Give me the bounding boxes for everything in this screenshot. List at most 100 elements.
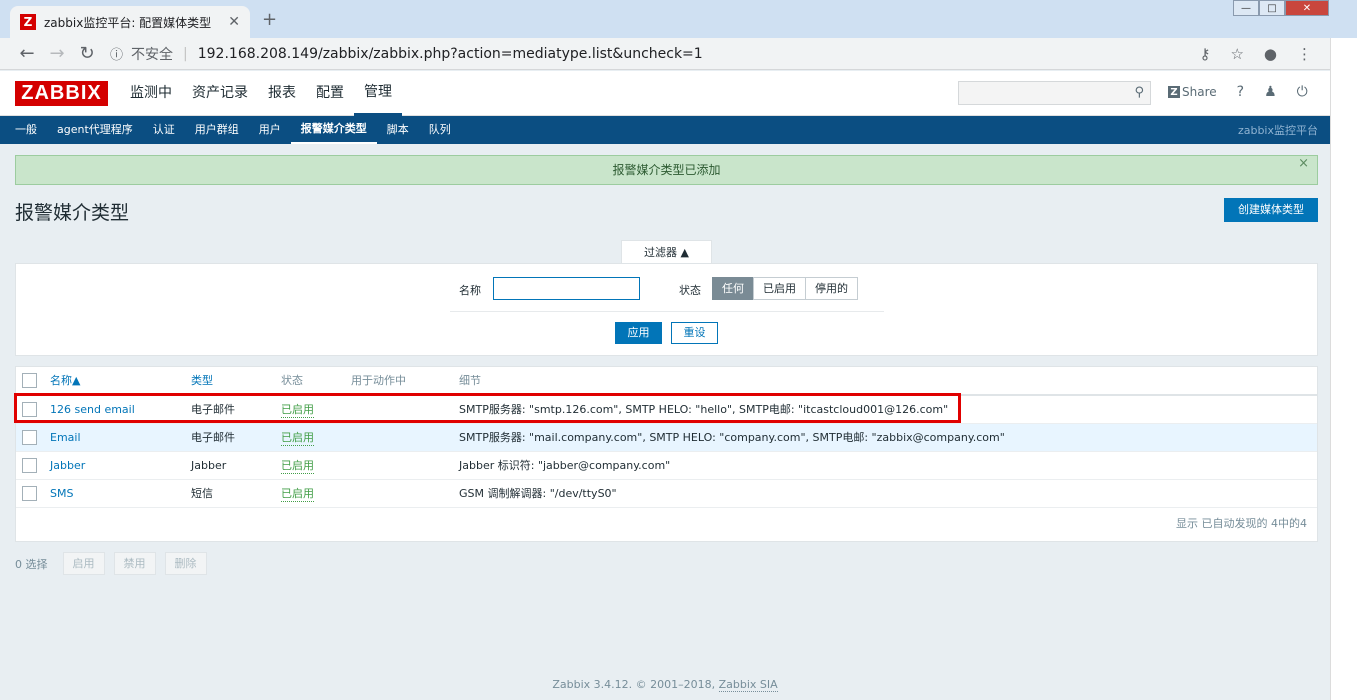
reset-filter-button[interactable]: 重设 (671, 322, 718, 344)
zabbix-favicon-icon: Z (20, 14, 36, 30)
zabbix-header: ZABBIX 监测中 资产记录 报表 配置 管理 ⚲ Z Share ? ♟ ⏻ (0, 71, 1330, 116)
filter-name-input[interactable] (493, 277, 640, 300)
media-type-name-link[interactable]: Email (50, 424, 81, 452)
address-bar-icons: ⚷ ☆ ● ⋮ (1199, 45, 1312, 63)
new-tab-icon[interactable]: + (262, 9, 277, 30)
table-header: 名称▲ 类型 状态 用于动作中 细节 (16, 367, 1317, 396)
key-icon[interactable]: ⚷ (1199, 45, 1210, 63)
media-type-details: Jabber 标识符: "jabber@company.com" (459, 459, 671, 472)
media-type-type: 电子邮件 (191, 431, 235, 444)
back-icon[interactable]: ← (12, 43, 42, 64)
table-row: Jabber Jabber 已启用 Jabber 标识符: "jabber@co… (16, 452, 1317, 480)
search-icon[interactable]: ⚲ (1134, 85, 1144, 100)
subnav-users[interactable]: 用户 (249, 116, 291, 144)
media-type-name-link[interactable]: Jabber (50, 452, 85, 480)
row-checkbox[interactable] (22, 430, 37, 445)
row-checkbox[interactable] (22, 402, 37, 417)
subnav-scripts[interactable]: 脚本 (377, 116, 419, 144)
row-checkbox[interactable] (22, 486, 37, 501)
media-type-status-toggle[interactable]: 已启用 (281, 459, 314, 474)
row-checkbox[interactable] (22, 458, 37, 473)
window-close-icon[interactable]: ✕ (1285, 0, 1329, 16)
subnav-user-groups[interactable]: 用户群组 (185, 116, 249, 144)
status-option-disabled[interactable]: 停用的 (805, 277, 858, 300)
main-nav: 监测中 资产记录 报表 配置 管理 (120, 71, 402, 116)
browser-tabbar: Z zabbix监控平台: 配置媒体类型 ✕ + — □ ✕ (0, 0, 1357, 38)
nav-monitoring[interactable]: 监测中 (120, 71, 182, 116)
forward-icon[interactable]: → (42, 43, 72, 64)
account-icon[interactable]: ● (1264, 45, 1277, 63)
media-type-name-link[interactable]: 126 send email (50, 396, 135, 424)
nav-inventory[interactable]: 资产记录 (182, 71, 258, 116)
tab-title: zabbix监控平台: 配置媒体类型 (44, 15, 212, 30)
column-name[interactable]: 名称▲ (50, 367, 80, 395)
server-name: zabbix监控平台 (1237, 124, 1318, 137)
page-footer: Zabbix 3.4.12. © 2001–2018, Zabbix SIA (0, 678, 1330, 692)
media-type-status-toggle[interactable]: 已启用 (281, 431, 314, 446)
media-type-type: Jabber (191, 459, 227, 472)
media-type-status-toggle[interactable]: 已启用 (281, 487, 314, 502)
media-type-type: 短信 (191, 487, 213, 500)
subnav-proxies[interactable]: agent代理程序 (47, 116, 143, 144)
status-option-any[interactable]: 任何 (712, 277, 754, 300)
media-type-details: SMTP服务器: "smtp.126.com", SMTP HELO: "hel… (459, 403, 949, 416)
footer-text: Zabbix 3.4.12. © 2001–2018, (552, 678, 719, 691)
subnav-authentication[interactable]: 认证 (143, 116, 185, 144)
sub-nav: 一般 agent代理程序 认证 用户群组 用户 报警媒介类型 脚本 队列 zab… (0, 116, 1330, 144)
media-type-status-toggle[interactable]: 已启用 (281, 403, 314, 418)
user-profile-icon[interactable]: ♟ (1264, 84, 1277, 100)
mass-delete-button[interactable]: 删除 (164, 552, 207, 575)
table-row: Email 电子邮件 已启用 SMTP服务器: "mail.company.co… (16, 424, 1317, 452)
share-z-icon: Z (1168, 86, 1180, 98)
page-title: 报警媒介类型 (15, 202, 130, 224)
help-icon[interactable]: ? (1237, 84, 1244, 100)
header-icons: Z Share ? ♟ ⏻ (1168, 84, 1308, 100)
nav-reports[interactable]: 报表 (258, 71, 306, 116)
share-label: Share (1182, 85, 1217, 99)
media-type-details: SMTP服务器: "mail.company.com", SMTP HELO: … (459, 431, 1005, 444)
mass-disable-button[interactable]: 禁用 (113, 552, 156, 575)
filter-toggle-tab[interactable]: 过滤器 ▲ (621, 240, 712, 264)
table-row: 126 send email 电子邮件 已启用 SMTP服务器: "smtp.1… (16, 396, 1317, 424)
browser-tab[interactable]: Z zabbix监控平台: 配置媒体类型 ✕ (10, 6, 250, 38)
insecure-label: 不安全 (131, 46, 174, 63)
status-option-enabled[interactable]: 已启用 (753, 277, 806, 300)
url-field[interactable]: ⓘ 不安全 | 192.168.208.149/zabbix/zabbix.ph… (110, 44, 1199, 64)
mass-enable-button[interactable]: 启用 (62, 552, 105, 575)
table-row: SMS 短信 已启用 GSM 调制解调器: "/dev/ttyS0" (16, 480, 1317, 508)
minimize-icon[interactable]: — (1233, 0, 1259, 16)
header-search-input[interactable]: ⚲ (958, 81, 1151, 105)
close-tab-icon[interactable]: ✕ (228, 14, 240, 30)
apply-filter-button[interactable]: 应用 (615, 322, 662, 344)
subnav-general[interactable]: 一般 (0, 116, 47, 144)
logout-icon[interactable]: ⏻ (1297, 84, 1308, 100)
mass-actions: 0 选择 启用 禁用 删除 (15, 552, 216, 575)
nav-administration[interactable]: 管理 (354, 71, 402, 116)
share-button[interactable]: Z Share (1168, 85, 1217, 99)
select-all-checkbox[interactable] (22, 373, 37, 388)
url-separator: | (183, 45, 188, 62)
menu-icon[interactable]: ⋮ (1297, 45, 1312, 63)
info-icon[interactable]: ⓘ (110, 44, 123, 63)
filter-panel (15, 263, 1318, 356)
success-message-text: 报警媒介类型已添加 (612, 163, 721, 177)
filter-status-label: 状态 (679, 284, 701, 297)
subnav-queue[interactable]: 队列 (419, 116, 461, 144)
media-type-type: 电子邮件 (191, 403, 235, 416)
maximize-icon[interactable]: □ (1259, 0, 1285, 16)
create-media-type-button[interactable]: 创建媒体类型 (1224, 198, 1318, 222)
media-type-name-link[interactable]: SMS (50, 480, 73, 508)
media-type-details: GSM 调制解调器: "/dev/ttyS0" (459, 487, 617, 500)
subnav-media-types[interactable]: 报警媒介类型 (290, 116, 377, 144)
reload-icon[interactable]: ↻ (72, 43, 102, 64)
media-types-table: 名称▲ 类型 状态 用于动作中 细节 126 send email 电子邮件 已… (15, 366, 1318, 542)
column-used-in-actions: 用于动作中 (351, 374, 406, 387)
zabbix-logo[interactable]: ZABBIX (15, 81, 108, 106)
nav-configuration[interactable]: 配置 (306, 71, 354, 116)
bookmark-star-icon[interactable]: ☆ (1230, 45, 1243, 63)
url-text: 192.168.208.149/zabbix/zabbix.php?action… (197, 45, 703, 62)
footer-zabbix-link[interactable]: Zabbix SIA (718, 678, 778, 692)
dismiss-message-icon[interactable]: × (1298, 150, 1309, 178)
table-count-footer: 显示 已自动发现的 4中的4 (1176, 517, 1307, 530)
column-type[interactable]: 类型 (191, 367, 213, 395)
